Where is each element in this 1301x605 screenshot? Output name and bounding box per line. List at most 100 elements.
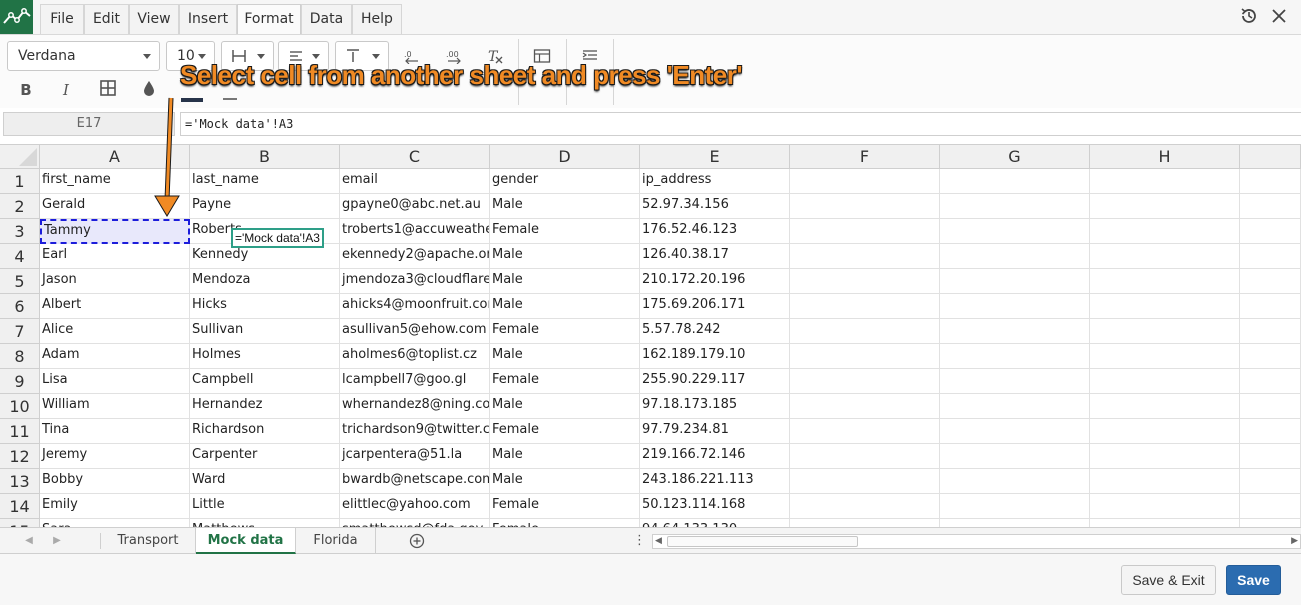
table-cell[interactable]: [940, 369, 1090, 394]
column-header-b[interactable]: B: [190, 145, 340, 169]
table-cell[interactable]: [1240, 369, 1301, 394]
table-cell[interactable]: Female: [490, 494, 640, 519]
table-cell[interactable]: [790, 419, 940, 444]
row-header[interactable]: 4: [0, 244, 40, 269]
table-cell[interactable]: [940, 394, 1090, 419]
table-cell[interactable]: [940, 419, 1090, 444]
table-cell[interactable]: Male: [490, 194, 640, 219]
table-cell[interactable]: [1090, 169, 1240, 194]
table-cell[interactable]: [1240, 169, 1301, 194]
underline-icon[interactable]: [223, 98, 237, 100]
table-cell[interactable]: [1240, 344, 1301, 369]
row-header[interactable]: 6: [0, 294, 40, 319]
table-cell[interactable]: troberts1@accuweather.com: [340, 219, 490, 244]
table-cell[interactable]: Female: [490, 319, 640, 344]
table-cell[interactable]: Female: [490, 419, 640, 444]
table-cell[interactable]: Ward: [190, 469, 340, 494]
tab-transport[interactable]: Transport: [101, 528, 196, 554]
table-cell[interactable]: [1090, 344, 1240, 369]
font-family-select[interactable]: Verdana: [7, 41, 160, 71]
table-cell[interactable]: [1240, 494, 1301, 519]
table-cell[interactable]: Female: [490, 369, 640, 394]
table-cell[interactable]: [1240, 269, 1301, 294]
table-cell[interactable]: 255.90.229.117: [640, 369, 790, 394]
column-header-h[interactable]: H: [1090, 145, 1240, 169]
row-header[interactable]: 5: [0, 269, 40, 294]
chevron-right-icon[interactable]: ▶: [50, 534, 64, 548]
table-cell[interactable]: [940, 269, 1090, 294]
table-cell[interactable]: last_name: [190, 169, 340, 194]
table-cell[interactable]: Jeremy: [40, 444, 190, 469]
table-cell[interactable]: [940, 219, 1090, 244]
table-cell[interactable]: [790, 244, 940, 269]
table-cell[interactable]: 126.40.38.17: [640, 244, 790, 269]
table-cell[interactable]: [940, 319, 1090, 344]
table-cell[interactable]: [940, 169, 1090, 194]
tab-florida[interactable]: Florida: [296, 528, 376, 554]
table-cell[interactable]: elittlec@yahoo.com: [340, 494, 490, 519]
table-cell[interactable]: [940, 244, 1090, 269]
table-cell[interactable]: [1240, 219, 1301, 244]
table-cell[interactable]: [1090, 519, 1240, 527]
table-cell[interactable]: [1090, 319, 1240, 344]
formula-input[interactable]: ='Mock data'!A3: [180, 112, 1301, 136]
table-cell[interactable]: [1090, 194, 1240, 219]
table-cell[interactable]: [1090, 369, 1240, 394]
row-header[interactable]: 10: [0, 394, 40, 419]
table-cell[interactable]: Hicks: [190, 294, 340, 319]
table-cell[interactable]: [940, 344, 1090, 369]
close-icon[interactable]: [1269, 6, 1289, 26]
table-cell[interactable]: Holmes: [190, 344, 340, 369]
row-header[interactable]: 1: [0, 169, 40, 194]
row-header[interactable]: 15: [0, 519, 40, 527]
table-cell[interactable]: [1240, 244, 1301, 269]
column-header-c[interactable]: C: [340, 145, 490, 169]
chevron-left-icon[interactable]: ◀: [22, 534, 36, 548]
table-cell[interactable]: [790, 344, 940, 369]
table-cell[interactable]: Richardson: [190, 419, 340, 444]
row-header[interactable]: 13: [0, 469, 40, 494]
column-header-g[interactable]: G: [940, 145, 1090, 169]
row-header[interactable]: 3: [0, 219, 40, 244]
select-all-corner[interactable]: [0, 145, 40, 169]
table-cell[interactable]: [1090, 219, 1240, 244]
table-cell[interactable]: Earl: [40, 244, 190, 269]
table-cell[interactable]: 94.64.133.130: [640, 519, 790, 527]
table-cell[interactable]: 5.57.78.242: [640, 319, 790, 344]
italic-button[interactable]: I: [53, 77, 79, 103]
table-cell[interactable]: Emily: [40, 494, 190, 519]
table-cell[interactable]: [1090, 269, 1240, 294]
table-cell[interactable]: [940, 494, 1090, 519]
table-cell[interactable]: [790, 444, 940, 469]
table-cell[interactable]: gpayne0@abc.net.au: [340, 194, 490, 219]
table-cell[interactable]: [1090, 244, 1240, 269]
table-cell[interactable]: 162.189.179.10: [640, 344, 790, 369]
table-cell[interactable]: 176.52.46.123: [640, 219, 790, 244]
menu-edit[interactable]: Edit: [84, 4, 129, 34]
table-cell[interactable]: Sara: [40, 519, 190, 527]
table-cell[interactable]: Jason: [40, 269, 190, 294]
scroll-right-icon[interactable]: ▶: [1291, 535, 1298, 548]
table-cell[interactable]: 175.69.206.171: [640, 294, 790, 319]
table-cell[interactable]: [790, 194, 940, 219]
table-cell[interactable]: Alice: [40, 319, 190, 344]
save-exit-button[interactable]: Save & Exit: [1121, 565, 1216, 595]
table-cell[interactable]: [1090, 469, 1240, 494]
menu-file[interactable]: File: [40, 4, 84, 34]
table-cell[interactable]: 97.18.173.185: [640, 394, 790, 419]
menu-data[interactable]: Data: [301, 4, 352, 34]
table-cell[interactable]: Female: [490, 519, 640, 527]
table-cell[interactable]: gender: [490, 169, 640, 194]
table-cell[interactable]: [1240, 294, 1301, 319]
column-header-d[interactable]: D: [490, 145, 640, 169]
table-cell[interactable]: jcarpentera@51.la: [340, 444, 490, 469]
table-cell[interactable]: [1240, 519, 1301, 527]
table-cell[interactable]: [790, 394, 940, 419]
table-cell[interactable]: [790, 469, 940, 494]
table-cell[interactable]: [1240, 444, 1301, 469]
horizontal-scrollbar[interactable]: ◀ ▶: [652, 534, 1301, 549]
table-cell[interactable]: [790, 219, 940, 244]
inline-cell-editor[interactable]: ='Mock data'!A3: [231, 228, 324, 248]
table-cell[interactable]: [1090, 494, 1240, 519]
menu-format[interactable]: Format: [237, 4, 301, 34]
